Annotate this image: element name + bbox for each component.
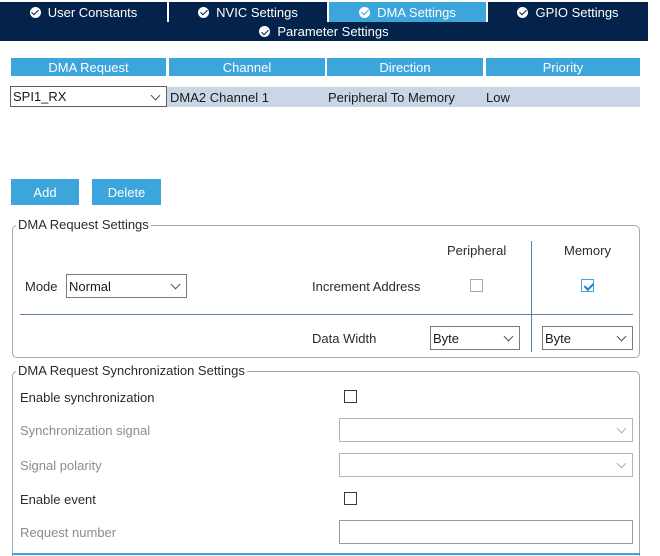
enable-synchronization-label: Enable synchronization xyxy=(20,390,155,405)
bottom-accent-line xyxy=(12,553,640,555)
enable-event-label: Enable event xyxy=(20,492,96,507)
memory-increment-checkbox[interactable] xyxy=(581,279,594,292)
dma-request-settings-legend: DMA Request Settings xyxy=(16,217,151,232)
increment-address-label: Increment Address xyxy=(312,279,421,294)
enable-synchronization-checkbox[interactable] xyxy=(344,390,357,403)
cell-channel: DMA2 Channel 1 xyxy=(170,89,269,105)
tab-gpio-settings[interactable]: GPIO Settings xyxy=(488,2,648,22)
data-width-label: Data Width xyxy=(312,331,377,346)
tab-label: NVIC Settings xyxy=(216,4,298,20)
chevron-down-icon xyxy=(503,331,514,342)
dma-request-value: SPI1_RX xyxy=(13,89,67,104)
cell-direction: Peripheral To Memory xyxy=(328,89,455,105)
add-button[interactable]: Add xyxy=(11,179,79,205)
tab-label: User Constants xyxy=(47,4,138,20)
column-header-dma-request[interactable]: DMA Request xyxy=(11,58,166,76)
chevron-down-icon xyxy=(616,331,627,342)
mode-value: Normal xyxy=(69,278,111,294)
memory-data-width-value: Byte xyxy=(545,330,572,346)
delete-button[interactable]: Delete xyxy=(92,179,161,205)
chevron-down-icon xyxy=(150,90,161,101)
request-number-label: Request number xyxy=(20,525,117,540)
parameter-settings-label: Parameter Settings xyxy=(277,24,389,39)
dma-request-select[interactable]: SPI1_RX xyxy=(10,86,167,107)
column-header-direction[interactable]: Direction xyxy=(327,58,483,76)
chevron-down-icon xyxy=(616,458,627,469)
check-circle-icon xyxy=(359,6,371,18)
memory-header: Memory xyxy=(564,243,611,258)
column-header-channel[interactable]: Channel xyxy=(169,58,325,76)
signal-polarity-label: Signal polarity xyxy=(20,458,102,473)
signal-polarity-select[interactable] xyxy=(339,453,633,477)
section-divider xyxy=(20,314,633,315)
enable-event-checkbox[interactable] xyxy=(344,492,357,505)
memory-data-width-select[interactable]: Byte xyxy=(542,326,633,350)
peripheral-header: Peripheral xyxy=(447,243,507,258)
mode-select[interactable]: Normal xyxy=(66,274,187,298)
column-divider xyxy=(531,241,532,352)
tab-user-constants[interactable]: User Constants xyxy=(0,2,167,22)
peripheral-increment-checkbox[interactable] xyxy=(470,279,483,292)
tab-dma-settings[interactable]: DMA Settings xyxy=(329,2,486,22)
check-circle-icon xyxy=(259,26,271,37)
cell-priority: Low xyxy=(486,89,510,105)
mode-label: Mode xyxy=(25,279,58,294)
check-circle-icon xyxy=(517,6,529,18)
tab-bar: User Constants NVIC Settings DMA Setting… xyxy=(0,0,660,22)
check-circle-icon xyxy=(198,6,210,18)
peripheral-data-width-value: Byte xyxy=(433,330,460,346)
tab-nvic-settings[interactable]: NVIC Settings xyxy=(169,2,327,22)
tab-label: DMA Settings xyxy=(377,4,456,20)
chevron-down-icon xyxy=(170,279,181,290)
check-circle-icon xyxy=(29,6,41,18)
request-number-input[interactable] xyxy=(339,520,633,544)
tab-label: GPIO Settings xyxy=(535,4,619,20)
peripheral-data-width-select[interactable]: Byte xyxy=(430,326,520,350)
synchronization-signal-label: Synchronization signal xyxy=(20,423,151,438)
dma-sync-settings-legend: DMA Request Synchronization Settings xyxy=(16,363,247,378)
column-header-priority[interactable]: Priority xyxy=(486,58,640,76)
tab-parameter-settings[interactable]: Parameter Settings xyxy=(0,22,648,41)
chevron-down-icon xyxy=(616,423,627,434)
synchronization-signal-select[interactable] xyxy=(339,418,633,442)
